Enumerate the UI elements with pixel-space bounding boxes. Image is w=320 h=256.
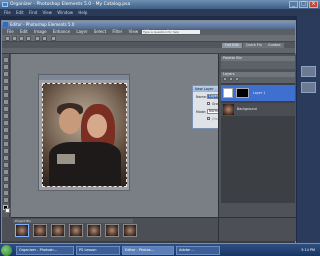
redo-icon[interactable] [42, 36, 47, 41]
straighten-tool-icon[interactable] [3, 134, 9, 140]
system-clock: 3:14 PM [300, 248, 316, 252]
print-icon[interactable] [26, 36, 31, 41]
adjustment-layer-icon[interactable] [229, 77, 233, 81]
organizer-menu-window[interactable]: Window [57, 9, 73, 16]
new-icon[interactable] [5, 36, 10, 41]
layer-row-background[interactable]: Background [221, 103, 295, 116]
eyedropper-tool-icon[interactable] [3, 78, 9, 84]
photo-subject-face [59, 108, 81, 134]
taskbar-item-lesson[interactable]: PS Lesson [76, 246, 120, 255]
photo-shirt-print [57, 154, 75, 164]
minimize-icon[interactable]: _ [289, 1, 298, 8]
organizer-menu-bar: File Edit Find View Window Help [0, 9, 320, 16]
shape-tool-icon[interactable] [3, 197, 9, 203]
project-bin-thumbnail[interactable] [33, 224, 47, 237]
palette-bin-footer [218, 217, 296, 241]
layers-list: Layer 1 Background [221, 83, 295, 203]
organizer-menu-file[interactable]: File [4, 9, 11, 16]
photo-subject-face [87, 114, 107, 138]
organizer-title-bar: Organizer - Photoshop Elements 5.0 - My … [0, 0, 320, 9]
palette-bin: Palette Bin Layers Layer 1 Background [218, 54, 296, 217]
crop-tool-icon[interactable] [3, 120, 9, 126]
type-tool-icon[interactable] [3, 113, 9, 119]
clone-stamp-tool-icon[interactable] [3, 155, 9, 161]
delete-layer-icon[interactable] [235, 77, 239, 81]
editor-app-icon [3, 22, 8, 27]
magic-wand-tool-icon[interactable] [3, 99, 9, 105]
move-tool-icon[interactable] [3, 57, 9, 63]
maximize-icon[interactable]: □ [299, 1, 308, 8]
organizer-thumbnail[interactable] [301, 82, 316, 93]
document-title-bar [39, 75, 129, 80]
background-color-swatch[interactable] [5, 208, 10, 213]
new-layer-icon[interactable] [223, 77, 227, 81]
layer-mask-thumbnail [236, 88, 249, 98]
selection-brush-tool-icon[interactable] [3, 106, 9, 112]
layer-thumbnail [223, 88, 233, 98]
project-bin-thumbnail[interactable] [51, 224, 65, 237]
hand-tool-icon[interactable] [3, 71, 9, 77]
document-window [38, 74, 130, 191]
help-search-input[interactable]: Type a question for help [142, 30, 200, 34]
canvas-area[interactable] [11, 54, 218, 217]
organizer-menu-view[interactable]: View [43, 9, 53, 16]
save-icon[interactable] [19, 36, 24, 41]
taskbar-item-editor[interactable]: Editor - Photos... [122, 246, 174, 255]
organizer-app-icon [2, 2, 8, 7]
project-bin-thumbnail[interactable] [15, 224, 29, 237]
organizer-menu-help[interactable]: Help [78, 9, 87, 16]
shortcuts-toolbar [2, 35, 295, 42]
organizer-icon[interactable] [51, 36, 56, 41]
organizer-menu-edit[interactable]: Edit [16, 9, 24, 16]
eraser-tool-icon[interactable] [3, 162, 9, 168]
taskbar: Organizer - Photosh... PS Lesson Editor … [0, 243, 320, 256]
editor-title: Editor - Photoshop Elements 5.0 [10, 22, 75, 27]
lasso-tool-icon[interactable] [3, 92, 9, 98]
taskbar-item-organizer[interactable]: Organizer - Photosh... [16, 246, 74, 255]
neutral-fill-checkbox [207, 117, 210, 120]
name-label: Name: [196, 95, 207, 99]
close-icon[interactable]: × [309, 1, 318, 8]
marquee-tool-icon[interactable] [3, 85, 9, 91]
undo-icon[interactable] [35, 36, 40, 41]
paint-bucket-tool-icon[interactable] [3, 183, 9, 189]
layer-name: Layer 1 [253, 91, 266, 95]
toolbox [2, 54, 10, 217]
group-with-previous-checkbox[interactable] [207, 102, 210, 105]
red-eye-tool-icon[interactable] [3, 141, 9, 147]
organizer-photo-strip [297, 16, 320, 243]
gradient-tool-icon[interactable] [3, 190, 9, 196]
project-bin: Project Bin [11, 217, 218, 241]
project-bin-thumbnail[interactable] [105, 224, 119, 237]
layer-thumbnail [223, 104, 234, 115]
project-bin-thumbnail[interactable] [69, 224, 83, 237]
palette-bin-body [221, 61, 295, 69]
project-bin-thumbnail[interactable] [87, 224, 101, 237]
editor-title-bar: Editor - Photoshop Elements 5.0 [2, 21, 295, 29]
photo-subject-body [49, 142, 121, 186]
pencil-tool-icon[interactable] [3, 169, 9, 175]
organizer-menu-find[interactable]: Find [29, 9, 37, 16]
organizer-thumbnail[interactable] [301, 66, 316, 77]
cookie-cutter-tool-icon[interactable] [3, 127, 9, 133]
photo-canvas[interactable] [42, 83, 127, 187]
taskbar-item-adobe[interactable]: Adobe ... [176, 246, 220, 255]
editor-window: Editor - Photoshop Elements 5.0 File Edi… [1, 20, 296, 244]
project-bin-thumbnail[interactable] [123, 224, 137, 237]
organizer-title: Organizer - Photoshop Elements 5.0 - My … [10, 2, 131, 7]
project-bin-header[interactable]: Project Bin [13, 219, 133, 223]
layer-name: Background [237, 107, 257, 111]
healing-brush-tool-icon[interactable] [3, 148, 9, 154]
brush-tool-icon[interactable] [3, 176, 9, 182]
mode-label: Mode: [196, 110, 207, 114]
layer-row-selected[interactable]: Layer 1 [221, 85, 295, 101]
start-button[interactable] [1, 245, 12, 256]
zoom-tool-icon[interactable] [3, 64, 9, 70]
open-icon[interactable] [12, 36, 17, 41]
